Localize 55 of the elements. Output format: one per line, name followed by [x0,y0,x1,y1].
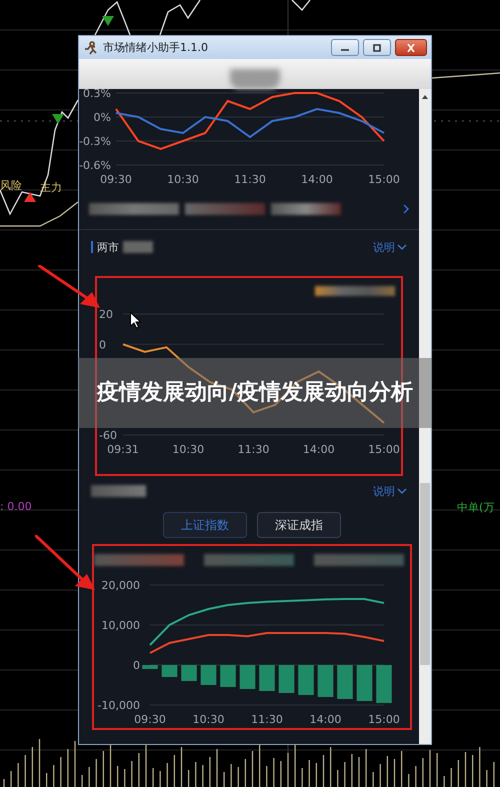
maximize-button[interactable] [363,39,391,56]
minimize-button[interactable] [331,39,359,56]
chart-label: : 0.00 [0,500,32,513]
axis-label: 15:00 [368,443,400,456]
axis-label: 20,000 [102,579,140,592]
explain-link[interactable]: 说明 [373,240,395,254]
axis-label: 11:30 [234,173,266,186]
axis-label: 10:30 [167,173,199,186]
scroll-thumb[interactable] [420,483,430,665]
runner-icon [83,40,99,56]
triangle-marker-icon [24,192,36,202]
chevron-right-icon[interactable] [403,204,409,214]
scrollbar[interactable] [419,89,431,744]
section-title: 两市 [97,240,119,254]
index-tab[interactable]: 深证成指 [257,512,341,538]
explain-link[interactable]: 说明 [373,484,395,498]
axis-label: -10,000 [98,699,140,712]
axis-label: 0 [99,338,106,352]
axis-label: 10:30 [172,443,204,456]
window-title: 市场情绪小助手1.1.0 [103,40,209,55]
axis-label: 09:30 [134,713,166,726]
index-tab[interactable]: 上证指数 [163,512,247,538]
axis-label: 11:30 [251,713,283,726]
axis-label: 09:31 [107,443,139,456]
axis-label: -60 [99,429,117,442]
axis-label: -0.3% [79,135,111,148]
maximize-icon[interactable] [372,44,382,52]
pixelated-text [91,485,146,497]
axis-label: 15:00 [368,713,400,726]
axis-label: 10,000 [102,619,140,632]
pixelated-text [271,203,341,215]
close-button[interactable] [395,39,427,56]
axis-label: 10:30 [192,713,224,726]
caption-text: 疫情发展动向/疫情发展动向分析 [96,380,414,406]
chart-label: 风险 [0,178,22,193]
axis-label: 09:30 [100,173,132,186]
axis-label: 14:00 [301,173,333,186]
section-marker [91,241,93,253]
axis-label: 0% [94,111,111,124]
axis-label: 14:00 [310,713,342,726]
axis-label: 0.3% [83,89,111,100]
pixelated-image [230,69,280,89]
axis-label: 15:00 [368,173,400,186]
cursor-icon [130,312,141,329]
pixelated-text [123,241,153,253]
axis-label: 20 [99,308,113,321]
axis-label: 11:30 [238,443,270,456]
chevron-down-icon[interactable] [397,488,407,494]
close-icon[interactable] [406,44,416,52]
axis-label: -0.6% [79,159,111,172]
axis-label: 0 [133,659,140,672]
scroll-up-icon[interactable] [422,95,428,99]
axis-label: 14:00 [302,443,335,456]
chevron-down-icon[interactable] [397,244,407,250]
chart-label: 中单(万 [457,500,494,515]
